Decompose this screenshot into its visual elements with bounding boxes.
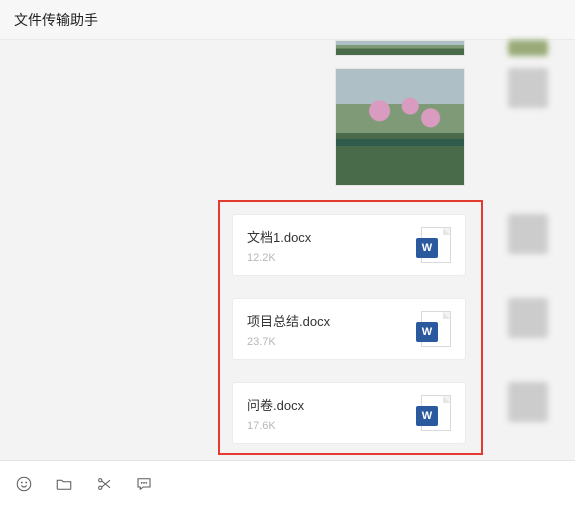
chat-area: 文档1.docx 12.2K W 项目总结.docx 23.7K W 问卷.do… bbox=[0, 40, 575, 460]
image-message-cropped[interactable] bbox=[335, 40, 465, 56]
word-badge: W bbox=[416, 406, 438, 426]
file-message[interactable]: 文档1.docx 12.2K W bbox=[232, 214, 466, 276]
avatar bbox=[508, 298, 548, 338]
chat-header: 文件传输助手 bbox=[0, 0, 575, 40]
file-info: 项目总结.docx 23.7K bbox=[247, 311, 330, 348]
word-badge: W bbox=[416, 238, 438, 258]
file-size: 12.2K bbox=[247, 252, 311, 264]
file-info: 文档1.docx 12.2K bbox=[247, 227, 311, 264]
file-name: 文档1.docx bbox=[247, 227, 311, 246]
avatar bbox=[508, 40, 548, 56]
folder-icon[interactable] bbox=[54, 474, 74, 494]
word-doc-icon: W bbox=[421, 311, 451, 347]
word-doc-icon: W bbox=[421, 395, 451, 431]
file-size: 23.7K bbox=[247, 336, 330, 348]
file-message[interactable]: 项目总结.docx 23.7K W bbox=[232, 298, 466, 360]
file-size: 17.6K bbox=[247, 420, 304, 432]
scissors-icon[interactable] bbox=[94, 474, 114, 494]
chat-bubble-icon[interactable] bbox=[134, 474, 154, 494]
avatar bbox=[508, 214, 548, 254]
word-doc-icon: W bbox=[421, 227, 451, 263]
file-name: 问卷.docx bbox=[247, 395, 304, 414]
emoji-icon[interactable] bbox=[14, 474, 34, 494]
file-name: 项目总结.docx bbox=[247, 311, 330, 330]
word-badge: W bbox=[416, 322, 438, 342]
file-message[interactable]: 问卷.docx 17.6K W bbox=[232, 382, 466, 444]
chat-title: 文件传输助手 bbox=[14, 10, 98, 30]
file-info: 问卷.docx 17.6K bbox=[247, 395, 304, 432]
avatar bbox=[508, 68, 548, 108]
image-message[interactable] bbox=[335, 68, 465, 186]
input-toolbar bbox=[0, 460, 575, 506]
avatar bbox=[508, 382, 548, 422]
